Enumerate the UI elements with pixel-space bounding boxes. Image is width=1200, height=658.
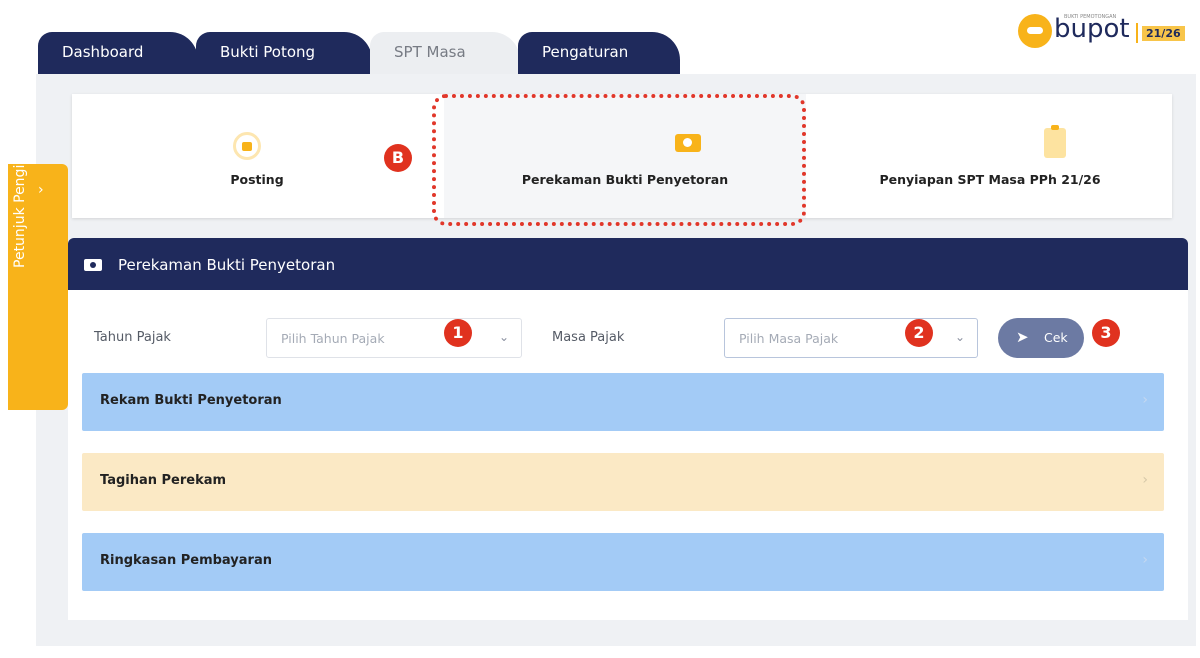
annotation-badge-b: B xyxy=(384,144,412,172)
chevron-right-icon: › xyxy=(1142,472,1148,488)
chevron-right-icon: › xyxy=(1142,392,1148,408)
tab-pengaturan[interactable]: Pengaturan xyxy=(518,32,680,74)
accordion-label: Tagihan Perekam xyxy=(100,473,227,488)
masa-pajak-select[interactable]: Pilih Masa Pajak ⌄ xyxy=(724,318,978,358)
chevron-down-icon: ⌄ xyxy=(954,330,965,344)
tab-bukti-potong[interactable]: Bukti Potong xyxy=(196,32,372,74)
masa-pajak-placeholder: Pilih Masa Pajak xyxy=(739,331,839,346)
tahun-pajak-select[interactable]: Pilih Tahun Pajak ⌄ xyxy=(266,318,522,358)
card-posting-label: Posting xyxy=(230,172,284,187)
chevron-down-icon: ⌄ xyxy=(498,330,509,344)
logo-text: bupot xyxy=(1054,14,1130,44)
highlight-dotted-box xyxy=(432,94,806,226)
logo-divider xyxy=(1136,23,1138,43)
accordion-label: Rekam Bukti Penyetoran xyxy=(100,393,282,408)
card-penyiapan-label: Penyiapan SPT Masa PPh 21/26 xyxy=(879,172,1101,187)
annotation-badge-1: 1 xyxy=(444,319,472,347)
cek-button-label: Cek xyxy=(1044,330,1068,345)
section-title: Perekaman Bukti Penyetoran xyxy=(118,256,336,274)
lock-refresh-icon xyxy=(233,132,261,160)
tahun-pajak-label: Tahun Pajak xyxy=(94,330,171,345)
chevron-right-icon: › xyxy=(1142,552,1148,568)
tahun-pajak-placeholder: Pilih Tahun Pajak xyxy=(281,331,385,346)
section-header: Perekaman Bukti Penyetoran xyxy=(68,238,1188,290)
tab-dashboard[interactable]: Dashboard xyxy=(38,32,198,74)
masa-pajak-label: Masa Pajak xyxy=(552,330,625,345)
accordion-rekam-bukti-penyetoran[interactable]: Rekam Bukti Penyetoran › xyxy=(82,373,1164,431)
logo-e-icon xyxy=(1018,14,1052,48)
ebupot-logo: BUKTI PEMOTONGAN bupot 21/26 xyxy=(1018,14,1198,50)
clipboard-icon xyxy=(1044,125,1066,158)
chevron-right-icon: › xyxy=(38,182,44,198)
card-penyiapan[interactable]: Penyiapan SPT Masa PPh 21/26 xyxy=(808,94,1172,218)
cek-button[interactable]: ➤ Cek xyxy=(998,318,1084,358)
petunjuk-pengisian-drawer[interactable]: › Petunjuk Pengisian xyxy=(8,136,68,410)
drawer-label: Petunjuk Pengisian xyxy=(12,136,28,268)
annotation-badge-2: 2 xyxy=(905,319,933,347)
accordion-tagihan-perekam[interactable]: Tagihan Perekam › xyxy=(82,453,1164,511)
camera-icon xyxy=(84,259,102,271)
tab-spt-masa[interactable]: SPT Masa xyxy=(370,32,520,74)
logo-badge: 21/26 xyxy=(1142,26,1185,41)
accordion-label: Ringkasan Pembayaran xyxy=(100,553,272,568)
accordion-ringkasan-pembayaran[interactable]: Ringkasan Pembayaran › xyxy=(82,533,1164,591)
send-icon: ➤ xyxy=(1016,328,1029,346)
annotation-badge-3: 3 xyxy=(1092,319,1120,347)
